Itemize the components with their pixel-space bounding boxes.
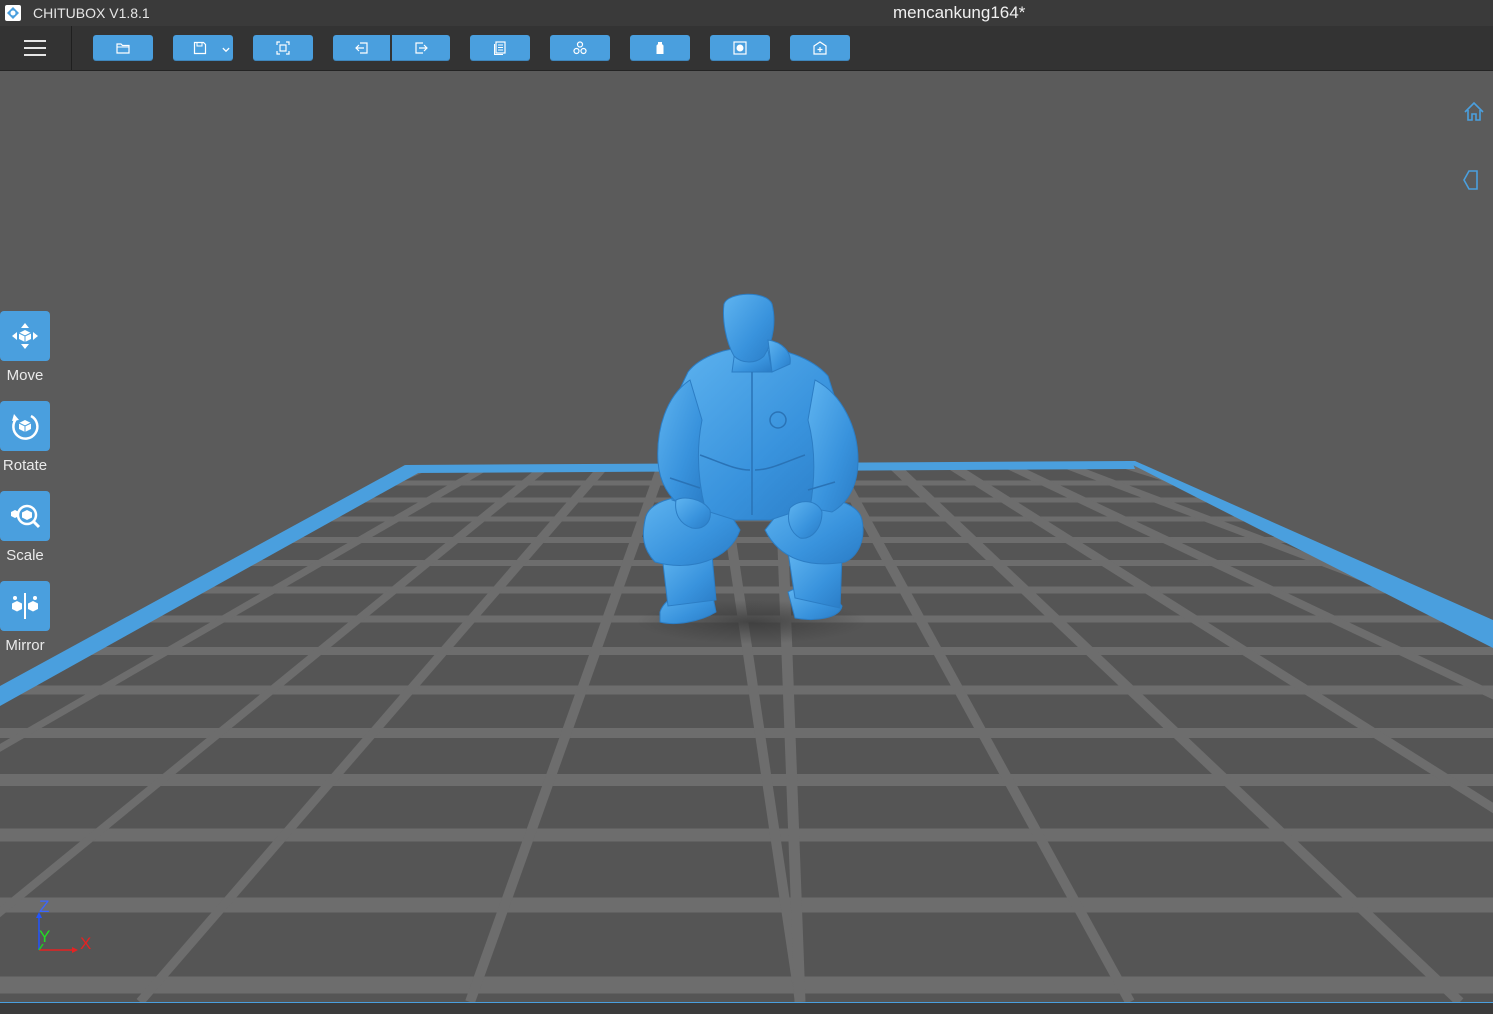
move-label: Move xyxy=(6,367,44,384)
axis-y-label: Y xyxy=(39,927,51,946)
app-title: CHITUBOX V1.8.1 xyxy=(33,5,150,21)
dig-hole-icon xyxy=(733,41,747,55)
rotate-tool[interactable]: Rotate xyxy=(0,401,50,474)
app-logo-icon xyxy=(5,5,21,21)
copy-icon xyxy=(494,41,506,55)
main-toolbar xyxy=(0,26,1493,71)
rotate-button[interactable] xyxy=(0,401,50,451)
move-icon xyxy=(12,323,38,349)
save-icon xyxy=(193,41,207,55)
axis-z-label: Z xyxy=(39,897,50,916)
scale-icon xyxy=(11,504,41,529)
undo-icon xyxy=(354,42,368,54)
document-title: mencankung164* xyxy=(893,3,1026,22)
move-button[interactable] xyxy=(0,311,50,361)
undo-button[interactable] xyxy=(333,35,390,61)
rotate-icon xyxy=(12,414,39,440)
chevron-down-icon xyxy=(222,47,230,53)
arrange-icon xyxy=(573,41,587,55)
copy-button[interactable] xyxy=(470,35,530,61)
arrange-button[interactable] xyxy=(550,35,610,61)
status-bar xyxy=(0,1002,1493,1014)
title-bar: CHITUBOX V1.8.1 mencankung164* xyxy=(0,0,1493,26)
redo-button[interactable] xyxy=(392,35,450,61)
toolbar-divider xyxy=(71,26,72,70)
hamburger-menu-icon xyxy=(24,40,46,56)
screenshot-button[interactable] xyxy=(253,35,313,61)
hollow-icon xyxy=(656,42,664,54)
axis-x-label: X xyxy=(80,934,92,953)
add-model-button[interactable] xyxy=(790,35,850,61)
mirror-label: Mirror xyxy=(5,637,45,654)
scale-label: Scale xyxy=(6,547,44,564)
mirror-button[interactable] xyxy=(0,581,50,631)
mirror-icon xyxy=(12,593,38,619)
3d-viewport[interactable]: Z Y X xyxy=(0,71,1493,1002)
redo-icon xyxy=(415,42,428,54)
collapse-panel-icon[interactable] xyxy=(1460,168,1484,192)
add-model-icon xyxy=(813,41,827,55)
move-tool[interactable]: Move xyxy=(0,311,50,384)
mirror-tool[interactable]: Mirror xyxy=(0,581,50,654)
home-view-icon[interactable] xyxy=(1462,100,1486,124)
hollow-button[interactable] xyxy=(630,35,690,61)
save-button[interactable] xyxy=(173,35,233,61)
rotate-label: Rotate xyxy=(2,457,48,474)
folder-open-icon xyxy=(116,43,130,54)
build-plate-scene xyxy=(0,293,1493,1002)
dig-hole-button[interactable] xyxy=(710,35,770,61)
scale-button[interactable] xyxy=(0,491,50,541)
capture-icon xyxy=(276,41,290,55)
open-file-button[interactable] xyxy=(93,35,153,61)
axis-indicator: Z Y X xyxy=(30,897,100,958)
menu-button[interactable] xyxy=(14,33,56,63)
scale-tool[interactable]: Scale xyxy=(0,491,50,564)
